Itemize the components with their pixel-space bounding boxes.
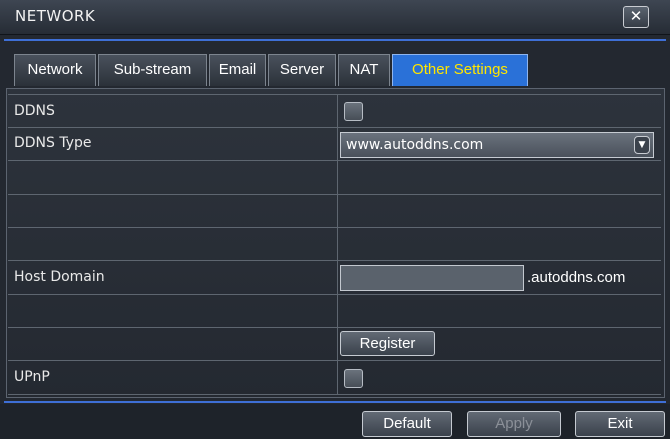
column-divider bbox=[337, 261, 338, 294]
ddns-type-select[interactable]: www.autoddns.com ▼ bbox=[340, 132, 654, 158]
window-title: NETWORK bbox=[15, 7, 96, 25]
tab-email[interactable]: Email bbox=[209, 54, 266, 86]
column-divider bbox=[337, 361, 338, 394]
host-domain-suffix: .autoddns.com bbox=[527, 269, 626, 286]
row-empty bbox=[8, 160, 661, 194]
tab-network[interactable]: Network bbox=[14, 54, 96, 86]
column-divider bbox=[337, 95, 338, 127]
apply-button[interactable]: Apply bbox=[467, 411, 561, 437]
column-divider bbox=[337, 128, 338, 160]
row-register: Register bbox=[8, 327, 661, 360]
column-divider bbox=[337, 295, 338, 327]
row-empty bbox=[8, 294, 661, 327]
row-upnp: UPnP bbox=[8, 360, 661, 395]
column-divider bbox=[337, 161, 338, 194]
column-divider bbox=[337, 195, 338, 227]
network-settings-window: NETWORK ✕ Network Sub-stream Email Serve… bbox=[0, 0, 670, 439]
close-icon: ✕ bbox=[629, 7, 643, 25]
upnp-label: UPnP bbox=[14, 369, 50, 385]
title-bar: NETWORK ✕ bbox=[0, 0, 670, 35]
row-ddns: DDNS bbox=[8, 94, 661, 127]
ddns-checkbox[interactable] bbox=[344, 102, 363, 121]
row-ddns-type: DDNS Type www.autoddns.com ▼ bbox=[8, 127, 661, 160]
tab-sub-stream[interactable]: Sub-stream bbox=[98, 54, 207, 86]
column-divider bbox=[337, 228, 338, 260]
footer: Default Apply Exit bbox=[0, 404, 670, 439]
close-button[interactable]: ✕ bbox=[623, 6, 649, 28]
footer-separator bbox=[4, 401, 666, 403]
upnp-checkbox[interactable] bbox=[344, 369, 363, 388]
row-host-domain: Host Domain .autoddns.com bbox=[8, 260, 661, 294]
row-empty bbox=[8, 227, 661, 260]
exit-button[interactable]: Exit bbox=[575, 411, 665, 437]
host-domain-label: Host Domain bbox=[14, 269, 105, 285]
ddns-type-value: www.autoddns.com bbox=[346, 137, 484, 153]
tab-other-settings[interactable]: Other Settings bbox=[392, 54, 528, 86]
ddns-label: DDNS bbox=[14, 103, 55, 119]
row-empty bbox=[8, 194, 661, 227]
default-button[interactable]: Default bbox=[362, 411, 452, 437]
tab-nat[interactable]: NAT bbox=[338, 54, 390, 86]
chevron-down-icon[interactable]: ▼ bbox=[634, 136, 650, 154]
header-separator bbox=[4, 39, 666, 41]
register-button[interactable]: Register bbox=[340, 331, 435, 356]
column-divider bbox=[337, 328, 338, 360]
tab-server[interactable]: Server bbox=[268, 54, 336, 86]
host-domain-input[interactable] bbox=[340, 265, 524, 291]
ddns-type-label: DDNS Type bbox=[14, 135, 92, 151]
